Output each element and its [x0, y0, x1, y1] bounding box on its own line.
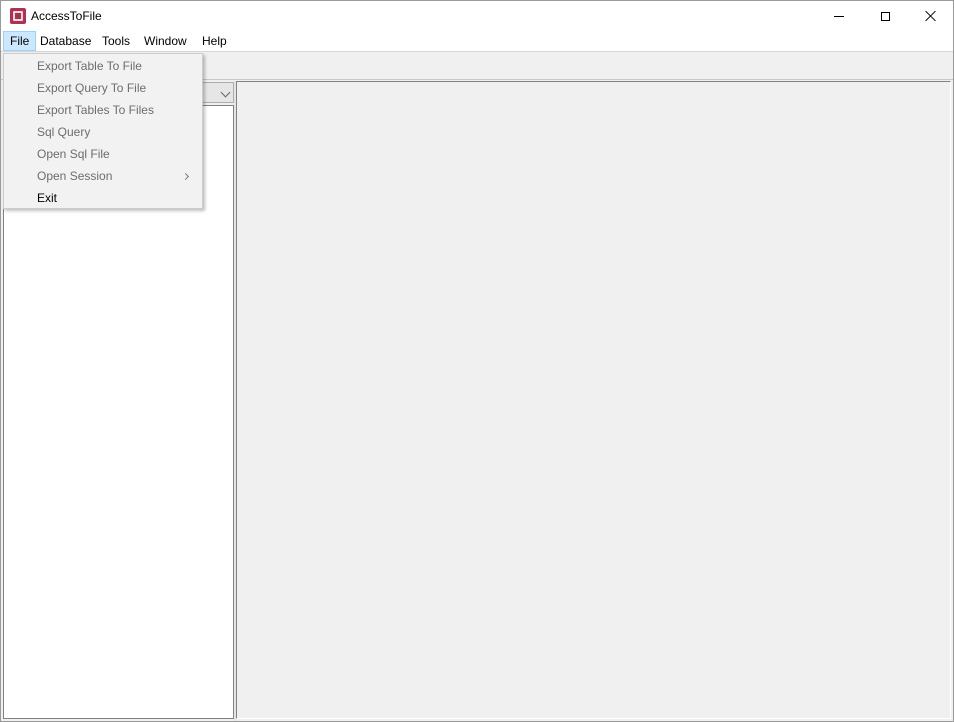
app-window: AccessToFile File Database Tools Window …	[0, 0, 954, 722]
maximize-icon	[880, 11, 890, 21]
minimize-icon	[834, 15, 844, 17]
chevron-right-icon	[181, 172, 190, 181]
app-icon-detail	[15, 13, 21, 19]
maximize-button[interactable]	[862, 1, 908, 31]
menu-item-export-table-to-file[interactable]: Export Table To File	[4, 55, 202, 77]
menu-help[interactable]: Help	[196, 31, 233, 51]
minimize-button[interactable]	[816, 1, 862, 31]
menu-item-export-query-to-file[interactable]: Export Query To File	[4, 77, 202, 99]
file-menu-dropdown: Export Table To File Export Query To Fil…	[3, 53, 203, 209]
title-bar[interactable]: AccessToFile	[1, 1, 953, 31]
chevron-down-icon	[220, 87, 231, 98]
menu-bar: File Database Tools Window Help	[1, 31, 953, 52]
menu-item-open-session[interactable]: Open Session	[4, 165, 202, 187]
menu-item-open-session-label: Open Session	[37, 169, 113, 183]
window-title: AccessToFile	[31, 9, 102, 23]
menu-database[interactable]: Database	[34, 31, 97, 51]
mdi-client-area[interactable]	[236, 81, 951, 719]
menu-file[interactable]: File	[3, 31, 37, 51]
app-icon[interactable]	[10, 8, 26, 24]
menu-window[interactable]: Window	[138, 31, 193, 51]
menu-item-exit[interactable]: Exit	[4, 187, 202, 209]
menu-item-open-sql-file[interactable]: Open Sql File	[4, 143, 202, 165]
close-icon	[925, 10, 937, 22]
close-button[interactable]	[908, 1, 953, 31]
menu-tools[interactable]: Tools	[96, 31, 136, 51]
menu-item-sql-query[interactable]: Sql Query	[4, 121, 202, 143]
menu-item-export-tables-to-files[interactable]: Export Tables To Files	[4, 99, 202, 121]
